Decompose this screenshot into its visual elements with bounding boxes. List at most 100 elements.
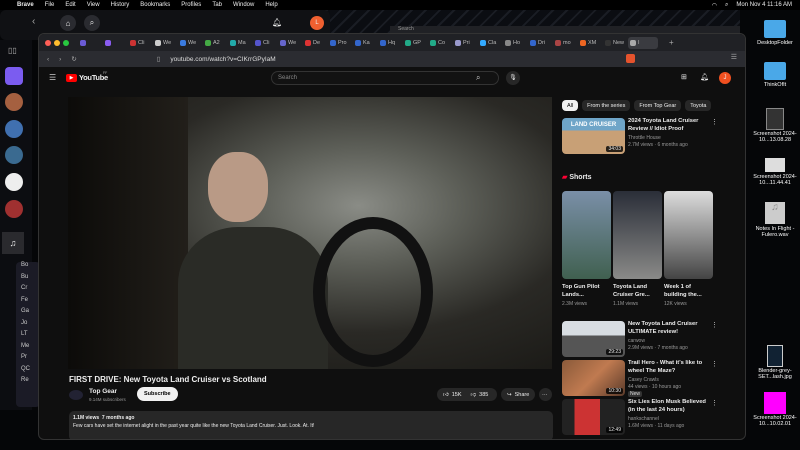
- subscribe-button[interactable]: Subscribe: [137, 387, 178, 401]
- zoom-window-button[interactable]: [63, 39, 69, 46]
- browser-tab[interactable]: Cli: [253, 37, 275, 49]
- browser-tab[interactable]: We: [178, 37, 200, 49]
- brave-shields-icon[interactable]: [626, 54, 635, 63]
- more-actions-button[interactable]: ···: [539, 388, 552, 401]
- rec-title[interactable]: Trail Hero - What it's like to wheel The…: [628, 360, 713, 375]
- menu-app[interactable]: Brave: [17, 2, 34, 8]
- short-title[interactable]: Toyota Land Cruiser Gre...: [613, 283, 661, 299]
- panel-item[interactable]: Re: [16, 377, 40, 389]
- panel-item[interactable]: Jo: [16, 320, 40, 332]
- rec-channel[interactable]: carwow: [628, 338, 645, 344]
- recommended-video[interactable]: 10:30 Trail Hero - What it's like to whe…: [562, 360, 732, 398]
- share-button[interactable]: ↪ Share: [501, 388, 536, 401]
- channel-name[interactable]: Top Gear: [89, 388, 117, 395]
- more-icon[interactable]: ⋮: [711, 399, 718, 407]
- video-player[interactable]: [68, 97, 552, 369]
- panel-item[interactable]: Me: [16, 343, 40, 355]
- panel-item[interactable]: Bu: [16, 274, 40, 286]
- clock[interactable]: Mon Nov 4 11:16 AM: [736, 2, 792, 8]
- video-thumbnail[interactable]: 10:30: [562, 360, 625, 396]
- sidebar-toggle-icon[interactable]: ▯▯: [8, 46, 17, 55]
- menu-edit[interactable]: Edit: [65, 2, 75, 8]
- menu-window[interactable]: Window: [233, 2, 254, 8]
- recommended-video[interactable]: 12:49 Six Lies Elon Musk Believed (in th…: [562, 399, 732, 437]
- browser-tab[interactable]: We: [153, 37, 175, 49]
- panel-item[interactable]: Bo: [16, 262, 40, 274]
- reload-icon[interactable]: ↻: [71, 55, 76, 63]
- more-icon[interactable]: ⋮: [711, 360, 718, 368]
- browser-tab[interactable]: mo: [553, 37, 575, 49]
- search-icon[interactable]: ⌕: [476, 73, 480, 83]
- home-icon[interactable]: ⌂: [60, 15, 76, 31]
- short-title[interactable]: Week 1 of building the...: [664, 283, 712, 299]
- search-icon[interactable]: ⌕: [725, 2, 728, 9]
- menu-view[interactable]: View: [87, 2, 100, 8]
- dislike-icon[interactable]: 👎︎: [471, 392, 477, 398]
- minimize-window-button[interactable]: [54, 39, 60, 46]
- panel-item[interactable]: Cr: [16, 285, 40, 297]
- forward-icon[interactable]: ›: [59, 56, 61, 63]
- dislike-count[interactable]: 385: [479, 392, 488, 398]
- rec-channel[interactable]: hankschannel: [628, 416, 659, 422]
- menu-help[interactable]: Help: [265, 2, 277, 8]
- bell-icon[interactable]: 🔔︎: [272, 18, 282, 27]
- desktop-file[interactable]: Screenshot 2024-10...10.02.01: [752, 392, 798, 427]
- like-dislike-button[interactable]: 👍︎ 15K 👎︎ 385: [437, 388, 497, 401]
- music-icon[interactable]: ♫: [2, 232, 24, 254]
- chip-all[interactable]: All: [562, 100, 579, 111]
- bookmark-icon[interactable]: ▯: [157, 55, 161, 63]
- chip-top-gear[interactable]: From Top Gear: [634, 100, 682, 111]
- rec-channel[interactable]: Casey Crawls: [628, 377, 659, 383]
- desktop-folder[interactable]: DesktopFolder: [752, 20, 798, 46]
- chip-series[interactable]: From the series: [582, 100, 631, 111]
- browser-tab[interactable]: Cla: [478, 37, 500, 49]
- desktop-file[interactable]: Screenshot 2024-10...11.44.41: [752, 158, 798, 186]
- browser-tab[interactable]: New Ta: [603, 37, 625, 49]
- menu-profiles[interactable]: Profiles: [181, 2, 201, 8]
- menu-icon[interactable]: ☰: [731, 53, 737, 61]
- browser-tab[interactable]: Ma: [228, 37, 250, 49]
- browser-tab[interactable]: Dri: [528, 37, 550, 49]
- recommended-video[interactable]: 29:23 New Toyota Land Cruiser ULTIMATE r…: [562, 321, 732, 359]
- browser-tab[interactable]: Hq: [378, 37, 400, 49]
- hamburger-icon[interactable]: ☰: [49, 73, 56, 82]
- search-icon[interactable]: ⌕: [84, 15, 100, 31]
- sidebar-avatar[interactable]: [5, 120, 23, 138]
- back-icon[interactable]: ‹: [32, 16, 35, 27]
- chip-toyota[interactable]: Toyota: [685, 100, 712, 111]
- browser-tab[interactable]: [103, 37, 125, 49]
- channel-avatar[interactable]: [69, 390, 83, 400]
- url-field[interactable]: youtube.com/watch?v=CIKrrGPyIaM: [170, 56, 275, 63]
- desktop-folder[interactable]: ThinkOfIt: [752, 62, 798, 88]
- wifi-icon[interactable]: ◠: [712, 2, 717, 9]
- sidebar-avatar[interactable]: [5, 200, 23, 218]
- desktop-file[interactable]: Blender-grey-SET...lash.jpg: [752, 345, 798, 380]
- back-icon[interactable]: ‹: [47, 56, 49, 63]
- more-icon[interactable]: ⋮: [711, 118, 718, 126]
- description-box[interactable]: 1.1M views 7 months ago Few cars have se…: [69, 411, 553, 439]
- notifications-icon[interactable]: 🔔︎: [700, 73, 709, 81]
- rec-title[interactable]: Six Lies Elon Musk Believed (in the last…: [628, 399, 713, 414]
- new-tab-button[interactable]: +: [669, 38, 674, 47]
- panel-item[interactable]: Pr: [16, 354, 40, 366]
- search-input[interactable]: Search: [271, 71, 499, 85]
- rec-title[interactable]: 2024 Toyota Land Cruiser Review // Idiot…: [628, 118, 713, 133]
- browser-tab[interactable]: Ho: [503, 37, 525, 49]
- browser-tab[interactable]: Co: [428, 37, 450, 49]
- recommended-video[interactable]: LAND CRUISER 34:03 2024 Toyota Land Crui…: [562, 118, 732, 156]
- video-thumbnail[interactable]: LAND CRUISER 34:03: [562, 118, 625, 154]
- sidebar-app-heart[interactable]: [5, 67, 23, 85]
- sidebar-avatar[interactable]: [5, 173, 23, 191]
- account-avatar[interactable]: J: [719, 72, 731, 84]
- browser-tab[interactable]: Cli: [128, 37, 150, 49]
- browser-tab[interactable]: A2: [203, 37, 225, 49]
- short-thumbnail[interactable]: [562, 191, 611, 279]
- microphone-icon[interactable]: 🎙︎: [506, 71, 520, 85]
- browser-tab[interactable]: Pro: [328, 37, 350, 49]
- short-thumbnail[interactable]: [664, 191, 713, 279]
- short-thumbnail[interactable]: [613, 191, 662, 279]
- menu-bookmarks[interactable]: Bookmarks: [140, 2, 170, 8]
- browser-tab[interactable]: [78, 37, 100, 49]
- menu-file[interactable]: File: [45, 2, 55, 8]
- close-window-button[interactable]: [45, 39, 51, 46]
